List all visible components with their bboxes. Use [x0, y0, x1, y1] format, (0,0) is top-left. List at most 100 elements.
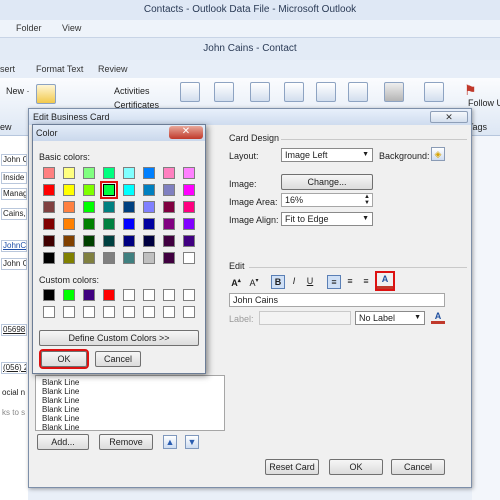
color-swatch[interactable]: [123, 184, 135, 196]
custom-color-swatch[interactable]: [63, 306, 75, 318]
color-swatch[interactable]: [163, 201, 175, 213]
color-swatch[interactable]: [43, 201, 55, 213]
color-swatch[interactable]: [63, 167, 75, 179]
label-color-icon[interactable]: A: [431, 310, 445, 324]
color-swatch[interactable]: [83, 201, 95, 213]
font-color-icon[interactable]: A: [375, 271, 395, 291]
color-swatch[interactable]: [103, 235, 115, 247]
check-names-icon[interactable]: [316, 82, 336, 102]
tab-format-text[interactable]: Format Text: [36, 64, 83, 74]
color-swatch[interactable]: [103, 167, 115, 179]
fields-list[interactable]: Blank Line Blank Line Blank Line Blank L…: [35, 375, 225, 432]
selected-color-swatch[interactable]: [100, 181, 118, 199]
full-name-field[interactable]: John C: [1, 154, 27, 166]
business-card-edit-icon[interactable]: [348, 82, 368, 102]
ok-button[interactable]: OK: [329, 459, 383, 475]
color-swatch[interactable]: [103, 252, 115, 264]
color-swatch[interactable]: [163, 184, 175, 196]
color-swatch[interactable]: [163, 252, 175, 264]
color-swatch[interactable]: [123, 235, 135, 247]
color-swatch[interactable]: [163, 218, 175, 230]
custom-color-swatch[interactable]: [103, 289, 115, 301]
align-left-icon[interactable]: ≡: [327, 275, 341, 289]
color-swatch[interactable]: [143, 252, 155, 264]
list-item[interactable]: Blank Line: [42, 405, 79, 414]
remove-field-button[interactable]: Remove: [99, 434, 153, 450]
email-icon[interactable]: [214, 82, 234, 102]
color-swatch[interactable]: [143, 201, 155, 213]
bold-icon[interactable]: B: [271, 275, 285, 289]
custom-color-swatch[interactable]: [123, 289, 135, 301]
picture-icon[interactable]: [384, 82, 404, 102]
business-card-icon[interactable]: [36, 84, 56, 104]
custom-color-swatch[interactable]: [163, 306, 175, 318]
phone-field-2[interactable]: (056) 2: [1, 362, 27, 374]
custom-color-swatch[interactable]: [183, 306, 195, 318]
color-swatch[interactable]: [103, 201, 115, 213]
tab-insert[interactable]: sert: [0, 64, 15, 74]
cancel-button[interactable]: Cancel: [391, 459, 445, 475]
close-icon[interactable]: ✕: [430, 111, 468, 123]
custom-color-swatch[interactable]: [143, 289, 155, 301]
custom-color-swatch[interactable]: [43, 306, 55, 318]
color-swatch[interactable]: [83, 167, 95, 179]
custom-color-swatch[interactable]: [143, 306, 155, 318]
custom-color-swatch[interactable]: [163, 289, 175, 301]
move-up-icon[interactable]: ▲: [163, 435, 177, 449]
grow-font-icon[interactable]: A▴: [229, 275, 243, 289]
color-swatch[interactable]: [83, 235, 95, 247]
ribbon-follow-up[interactable]: Follow Up: [468, 98, 500, 108]
map-icon[interactable]: [250, 82, 270, 102]
menu-folder[interactable]: Folder: [16, 23, 42, 33]
color-swatch[interactable]: [43, 235, 55, 247]
tab-review[interactable]: Review: [98, 64, 128, 74]
display-as-field[interactable]: John C: [1, 258, 27, 270]
spinner-icon[interactable]: ▲ ▼: [364, 194, 370, 206]
color-swatch[interactable]: [63, 184, 75, 196]
categorize-icon[interactable]: [424, 82, 444, 102]
custom-color-swatch[interactable]: [123, 306, 135, 318]
color-swatch[interactable]: [43, 167, 55, 179]
color-swatch[interactable]: [143, 184, 155, 196]
custom-color-swatch[interactable]: [103, 306, 115, 318]
email-field[interactable]: JohnCa: [1, 240, 27, 252]
color-swatch[interactable]: [63, 235, 75, 247]
custom-color-swatch[interactable]: [83, 306, 95, 318]
color-swatch[interactable]: [163, 235, 175, 247]
address-book-icon[interactable]: [284, 82, 304, 102]
color-swatch[interactable]: [83, 252, 95, 264]
color-swatch[interactable]: [63, 252, 75, 264]
color-swatch[interactable]: [123, 252, 135, 264]
list-item[interactable]: Blank Line: [42, 387, 79, 396]
add-field-button[interactable]: Add...: [37, 434, 89, 450]
color-swatch[interactable]: [83, 218, 95, 230]
custom-color-swatch[interactable]: [43, 289, 55, 301]
color-swatch[interactable]: [43, 218, 55, 230]
company-field[interactable]: Inside: [1, 172, 27, 184]
color-swatch[interactable]: [163, 167, 175, 179]
color-swatch[interactable]: [143, 218, 155, 230]
menu-view[interactable]: View: [62, 23, 81, 33]
color-swatch[interactable]: [183, 201, 195, 213]
reset-card-button[interactable]: Reset Card: [265, 459, 319, 475]
italic-icon[interactable]: I: [287, 275, 301, 289]
color-swatch[interactable]: [123, 167, 135, 179]
label-text-input[interactable]: [259, 311, 351, 325]
align-right-icon[interactable]: ≡: [359, 275, 373, 289]
job-title-field[interactable]: Manag: [1, 188, 27, 200]
define-custom-colors-button[interactable]: Define Custom Colors >>: [39, 330, 199, 346]
color-swatch[interactable]: [63, 218, 75, 230]
image-area-input[interactable]: 16% ▲ ▼: [281, 193, 373, 207]
custom-color-swatch[interactable]: [183, 289, 195, 301]
show-icon[interactable]: [180, 82, 200, 102]
color-cancel-button[interactable]: Cancel: [95, 351, 141, 367]
color-swatch[interactable]: [143, 167, 155, 179]
color-swatch[interactable]: [63, 201, 75, 213]
phone-field[interactable]: 05698: [1, 324, 27, 336]
custom-color-swatch[interactable]: [63, 289, 75, 301]
color-swatch[interactable]: [103, 218, 115, 230]
underline-icon[interactable]: U: [303, 275, 317, 289]
color-swatch[interactable]: [183, 252, 195, 264]
change-image-button[interactable]: Change...: [281, 174, 373, 190]
color-swatch[interactable]: [183, 167, 195, 179]
